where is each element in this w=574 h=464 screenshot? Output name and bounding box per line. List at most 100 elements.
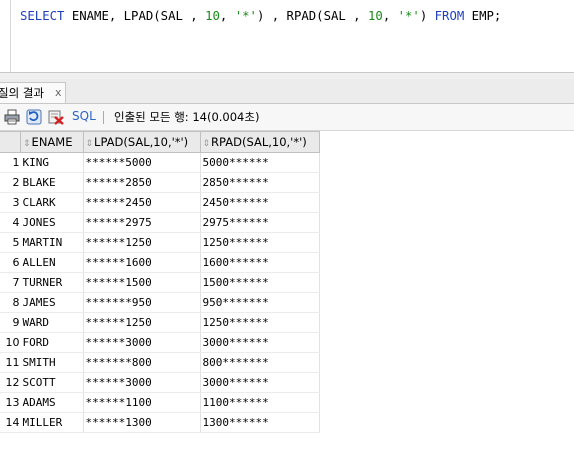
cell-ename[interactable]: CLARK: [20, 192, 84, 213]
table-row[interactable]: 1 KING ******5000 5000******: [0, 152, 320, 173]
cell-rpad[interactable]: 1250******: [200, 312, 320, 333]
cell-rpad[interactable]: 1100******: [200, 392, 320, 413]
close-icon[interactable]: x: [55, 83, 62, 103]
cell-rpad[interactable]: 950*******: [200, 292, 320, 313]
sql-button[interactable]: SQL: [72, 109, 96, 123]
row-number: 8: [0, 292, 21, 313]
sort-icon[interactable]: ⇕: [203, 139, 211, 149]
cell-lpad[interactable]: *******800: [83, 352, 201, 373]
column-header-ename[interactable]: ⇕ENAME: [20, 131, 84, 153]
row-number: 14: [0, 412, 21, 433]
cell-ename[interactable]: JONES: [20, 212, 84, 233]
cell-rpad[interactable]: 1600******: [200, 252, 320, 273]
cell-ename[interactable]: WARD: [20, 312, 84, 333]
cell-ename[interactable]: BLAKE: [20, 172, 84, 193]
table-row[interactable]: 3 CLARK ******2450 2450******: [0, 192, 320, 213]
cell-ename[interactable]: FORD: [20, 332, 84, 353]
cell-ename[interactable]: SCOTT: [20, 372, 84, 393]
table-row[interactable]: 7 TURNER ******1500 1500******: [0, 272, 320, 293]
result-tab-bar: 질의 결과 x: [0, 79, 574, 104]
cancel-icon[interactable]: [48, 109, 64, 125]
row-number: 13: [0, 392, 21, 413]
table-row[interactable]: 6 ALLEN ******1600 1600******: [0, 252, 320, 273]
print-icon[interactable]: [4, 109, 20, 125]
table-row[interactable]: 10 FORD ******3000 3000******: [0, 332, 320, 353]
sql-token: EMP;: [464, 9, 502, 23]
cell-ename[interactable]: ADAMS: [20, 392, 84, 413]
column-header-rpad[interactable]: ⇕RPAD(SAL,10,'*'): [199, 131, 320, 153]
table-row[interactable]: 9 WARD ******1250 1250******: [0, 312, 320, 333]
cell-rpad[interactable]: 1250******: [200, 232, 320, 253]
cell-lpad[interactable]: ******2975: [83, 212, 201, 233]
row-number: 4: [0, 212, 21, 233]
cell-rpad[interactable]: 3000******: [200, 372, 320, 393]
cell-lpad[interactable]: ******1250: [83, 232, 201, 253]
table-row[interactable]: 11 SMITH *******800 800*******: [0, 352, 320, 373]
sql-token: 10: [368, 9, 383, 23]
row-number: 12: [0, 372, 21, 393]
row-number: 6: [0, 252, 21, 273]
cell-lpad[interactable]: ******2850: [83, 172, 201, 193]
cell-lpad[interactable]: ******1600: [83, 252, 201, 273]
row-number: 10: [0, 332, 21, 353]
result-toolbar: SQL 인출된 모든 행: 14(0.004초): [0, 104, 574, 131]
sql-token: SELECT: [20, 9, 65, 23]
cell-ename[interactable]: MILLER: [20, 412, 84, 433]
table-row[interactable]: 2 BLAKE ******2850 2850******: [0, 172, 320, 193]
cell-ename[interactable]: KING: [20, 152, 84, 173]
row-number: 7: [0, 272, 21, 293]
cell-rpad[interactable]: 1500******: [200, 272, 320, 293]
result-grid[interactable]: ⇕ENAME ⇕LPAD(SAL,10,'*') ⇕RPAD(SAL,10,'*…: [0, 131, 320, 433]
cell-lpad[interactable]: *******950: [83, 292, 201, 313]
cell-rpad[interactable]: 5000******: [200, 152, 320, 173]
sql-token: ): [419, 9, 435, 23]
row-number-header: [0, 131, 21, 153]
cell-rpad[interactable]: 2450******: [200, 192, 320, 213]
cell-ename[interactable]: JAMES: [20, 292, 84, 313]
table-row[interactable]: 5 MARTIN ******1250 1250******: [0, 232, 320, 253]
row-number: 2: [0, 172, 21, 193]
table-row[interactable]: 13 ADAMS ******1100 1100******: [0, 392, 320, 413]
sort-icon[interactable]: ⇕: [86, 139, 94, 149]
cell-ename[interactable]: SMITH: [20, 352, 84, 373]
cell-rpad[interactable]: 1300******: [200, 412, 320, 433]
sql-statement[interactable]: SELECT ENAME, LPAD(SAL , 10, '*') , RPAD…: [20, 9, 501, 23]
sql-token: '*': [397, 9, 420, 23]
cell-lpad[interactable]: ******2450: [83, 192, 201, 213]
refresh-icon[interactable]: [26, 109, 42, 125]
row-number: 5: [0, 232, 21, 253]
cell-rpad[interactable]: 2850******: [200, 172, 320, 193]
table-row[interactable]: 8 JAMES *******950 950*******: [0, 292, 320, 313]
cell-lpad[interactable]: ******1250: [83, 312, 201, 333]
column-header-lpad[interactable]: ⇕LPAD(SAL,10,'*'): [82, 131, 201, 153]
sql-token: ) , RPAD(SAL ,: [256, 9, 368, 23]
row-number: 11: [0, 352, 21, 373]
tab-title: 질의 결과: [0, 86, 44, 100]
sql-token: FROM: [434, 9, 465, 23]
table-row[interactable]: 12 SCOTT ******3000 3000******: [0, 372, 320, 393]
cell-lpad[interactable]: ******3000: [83, 332, 201, 353]
table-row[interactable]: 14 MILLER ******1300 1300******: [0, 412, 320, 433]
cell-lpad[interactable]: ******1500: [83, 272, 201, 293]
sql-token: '*': [234, 9, 257, 23]
sql-token: ,: [382, 9, 398, 23]
row-number: 1: [0, 152, 21, 173]
cell-rpad[interactable]: 2975******: [200, 212, 320, 233]
cell-rpad[interactable]: 3000******: [200, 332, 320, 353]
sql-editor[interactable]: SELECT ENAME, LPAD(SAL , 10, '*') , RPAD…: [0, 0, 574, 73]
cell-lpad[interactable]: ******3000: [83, 372, 201, 393]
cell-rpad[interactable]: 800*******: [200, 352, 320, 373]
sort-icon[interactable]: ⇕: [23, 139, 31, 149]
cell-lpad[interactable]: ******5000: [83, 152, 201, 173]
cell-ename[interactable]: MARTIN: [20, 232, 84, 253]
tab-query-result[interactable]: 질의 결과 x: [0, 82, 66, 103]
cell-ename[interactable]: TURNER: [20, 272, 84, 293]
toolbar-divider: [103, 111, 104, 124]
cell-lpad[interactable]: ******1100: [83, 392, 201, 413]
cell-ename[interactable]: ALLEN: [20, 252, 84, 273]
grid-body: 1 KING ******5000 5000****** 2 BLAKE ******285…: [0, 152, 320, 433]
sql-token: 10: [205, 9, 220, 23]
table-row[interactable]: 4 JONES ******2975 2975******: [0, 212, 320, 233]
cell-lpad[interactable]: ******1300: [83, 412, 201, 433]
sql-token: ,: [219, 9, 235, 23]
